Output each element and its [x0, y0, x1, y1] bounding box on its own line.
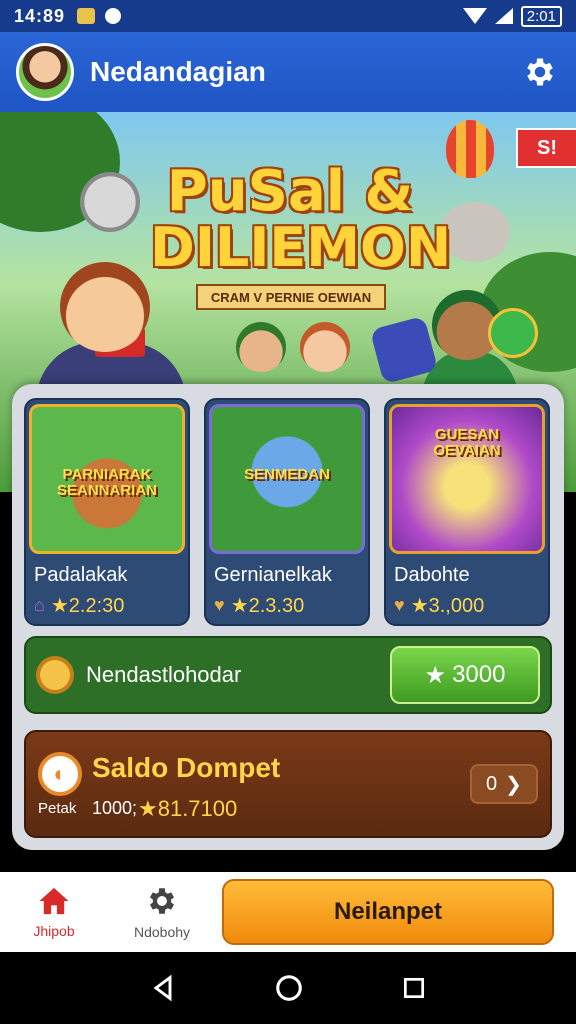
status-bar: 14:89 2:01	[0, 0, 576, 32]
game-thumbnail: PARNIARAK SEANNARIAN	[29, 404, 185, 554]
status-time: 14:89	[14, 5, 66, 26]
nav-settings-label: Ndobohy	[133, 924, 191, 940]
wifi-icon	[462, 8, 487, 24]
wallet-panel[interactable]: ◐ Saldo Dompet Petak 1000; ★81.7100 0 ❯	[24, 730, 552, 838]
thumbnail-text: SENMEDAN	[244, 466, 330, 483]
game-thumbnail: SENMEDAN	[209, 404, 365, 554]
play-arrow-icon	[488, 308, 538, 358]
game-value: ★3.,000	[410, 595, 485, 617]
game-value: ★2.2:30	[50, 595, 125, 617]
banner-title: PuSal & DILIEMON	[150, 159, 452, 279]
chevron-right-icon: ❯	[505, 773, 522, 796]
home-circle-icon[interactable]	[274, 973, 304, 1003]
nav-home-label: Jhipob	[33, 923, 75, 939]
banner-title-line2: DILIEMON	[150, 216, 452, 279]
avatar[interactable]	[16, 43, 74, 101]
main-action-button[interactable]: Neilanpet	[222, 879, 554, 945]
system-nav-bar	[0, 952, 576, 1024]
game-name: Padalakak	[34, 564, 128, 586]
wallet-title: Saldo Dompet	[92, 752, 281, 783]
claim-amount: 3000	[452, 661, 506, 688]
game-name: Dabohte	[394, 564, 470, 586]
game-meta: ♥ ★3.,000	[394, 593, 548, 618]
thumbnail-text: GUESAN OEVAIAN	[433, 426, 501, 459]
game-meta: ♥ ★2.3.30	[214, 593, 368, 618]
battery-indicator: 2:01	[520, 5, 562, 27]
game-name: Gernianelkak	[214, 564, 332, 586]
home-icon	[39, 887, 69, 915]
gear-icon	[149, 888, 175, 914]
reward-row: Nendastlohodar ★ 3000	[24, 636, 552, 714]
coin-icon	[36, 656, 74, 694]
character-small-girl	[300, 322, 350, 372]
wallet-balance: ★81.7100	[138, 796, 238, 821]
signal-icon	[494, 8, 513, 24]
game-card[interactable]: PARNIARAK SEANNARIAN Padalakak ⌂ ★2.2:30	[24, 398, 190, 626]
bottom-nav: Jhipob Ndobohy Neilanpet	[0, 872, 576, 952]
balloon-decoration	[446, 120, 494, 178]
claim-reward-button[interactable]: ★ 3000	[390, 646, 540, 704]
wallet-sub-label: Petak	[38, 800, 77, 817]
wallet-coin-icon: ◐	[38, 752, 82, 796]
app-notification-icon	[77, 8, 96, 24]
banner-title-line1: PuSal &	[166, 159, 414, 224]
recents-icon[interactable]	[401, 975, 427, 1001]
house-icon: ⌂	[34, 595, 45, 615]
game-card[interactable]: GUESAN OEVAIAN Dabohte ♥ ★3.,000	[384, 398, 550, 626]
star-icon: ★	[424, 661, 447, 689]
banner-subtitle: CRAM V PERNIE OEWIAN	[196, 284, 386, 310]
promo-ribbon: S!	[516, 128, 576, 168]
character-small-boy	[236, 322, 286, 372]
notification-dot-icon	[105, 8, 122, 24]
nav-settings[interactable]: Ndobohy	[108, 872, 216, 952]
game-card[interactable]: SENMEDAN Gernianelkak ♥ ★2.3.30	[204, 398, 370, 626]
page-title: Nedandagian	[90, 56, 266, 87]
main-panel: PARNIARAK SEANNARIAN Padalakak ⌂ ★2.2:30…	[12, 384, 564, 850]
game-cards: PARNIARAK SEANNARIAN Padalakak ⌂ ★2.2:30…	[24, 398, 550, 626]
heart-icon: ♥	[394, 595, 405, 615]
gear-icon	[527, 58, 553, 86]
settings-button[interactable]	[520, 52, 560, 92]
thumbnail-text: PARNIARAK SEANNARIAN	[56, 466, 157, 499]
wallet-id: 1000;	[92, 798, 138, 818]
back-icon[interactable]	[149, 974, 177, 1002]
nav-home[interactable]: Jhipob	[0, 872, 108, 952]
wallet-open-button[interactable]: 0 ❯	[470, 764, 538, 804]
app-header: Nedandagian	[0, 32, 576, 112]
game-value: ★2.3.30	[230, 595, 305, 617]
character-referee	[80, 172, 140, 232]
character-boy	[60, 262, 150, 352]
reward-label: Nendastlohodar	[86, 662, 242, 687]
heart-icon: ♥	[214, 595, 225, 615]
wallet-button-value: 0	[486, 772, 498, 795]
game-meta: ⌂ ★2.2:30	[34, 593, 188, 618]
game-thumbnail: GUESAN OEVAIAN	[389, 404, 545, 554]
